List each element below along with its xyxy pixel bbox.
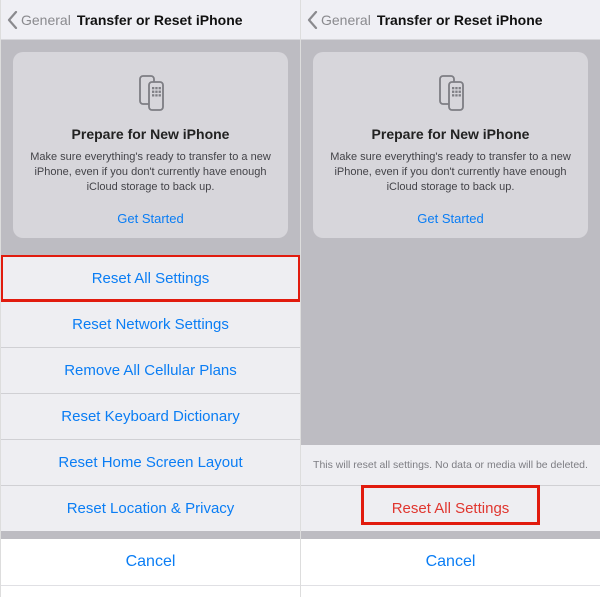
back-label: General	[21, 12, 71, 28]
chevron-left-icon	[307, 11, 318, 29]
two-phones-icon	[323, 70, 578, 116]
card-description: Make sure everything's ready to transfer…	[23, 150, 278, 195]
remove-cellular-plans-option[interactable]: Remove All Cellular Plans	[1, 347, 300, 393]
back-label: General	[321, 12, 371, 28]
nav-bar: General Transfer or Reset iPhone	[301, 0, 600, 40]
two-phones-icon	[23, 70, 278, 116]
confirm-message: This will reset all settings. No data or…	[301, 445, 600, 485]
reset-sheet: Reset All Settings Reset Network Setting…	[1, 255, 300, 597]
cancel-button[interactable]: Cancel	[1, 539, 300, 585]
page-title: Transfer or Reset iPhone	[77, 12, 243, 28]
reset-home-screen-option[interactable]: Reset Home Screen Layout	[1, 439, 300, 485]
page-title: Transfer or Reset iPhone	[377, 12, 543, 28]
reset-network-settings-option[interactable]: Reset Network Settings	[1, 301, 300, 347]
highlight-annotation	[361, 485, 540, 525]
back-button[interactable]: General	[307, 11, 371, 29]
nav-bar: General Transfer or Reset iPhone	[1, 0, 300, 40]
card-heading: Prepare for New iPhone	[323, 126, 578, 142]
left-screenshot: General Transfer or Reset iPhone Prepare…	[0, 0, 300, 597]
card-heading: Prepare for New iPhone	[23, 126, 278, 142]
back-button[interactable]: General	[7, 11, 71, 29]
get-started-button[interactable]: Get Started	[323, 211, 578, 226]
chevron-left-icon	[7, 11, 18, 29]
right-screenshot: General Transfer or Reset iPhone Prepare…	[300, 0, 600, 597]
cancel-button[interactable]: Cancel	[301, 539, 600, 585]
truncated-row	[1, 585, 300, 597]
prepare-card: Prepare for New iPhone Make sure everyth…	[13, 52, 288, 238]
reset-keyboard-dictionary-option[interactable]: Reset Keyboard Dictionary	[1, 393, 300, 439]
truncated-row	[301, 585, 600, 597]
card-description: Make sure everything's ready to transfer…	[323, 150, 578, 195]
prepare-card: Prepare for New iPhone Make sure everyth…	[313, 52, 588, 238]
reset-location-privacy-option[interactable]: Reset Location & Privacy	[1, 485, 300, 531]
reset-all-settings-option[interactable]: Reset All Settings	[1, 255, 300, 301]
reset-options-list: Reset All Settings Reset Network Setting…	[1, 255, 300, 531]
get-started-button[interactable]: Get Started	[23, 211, 278, 226]
